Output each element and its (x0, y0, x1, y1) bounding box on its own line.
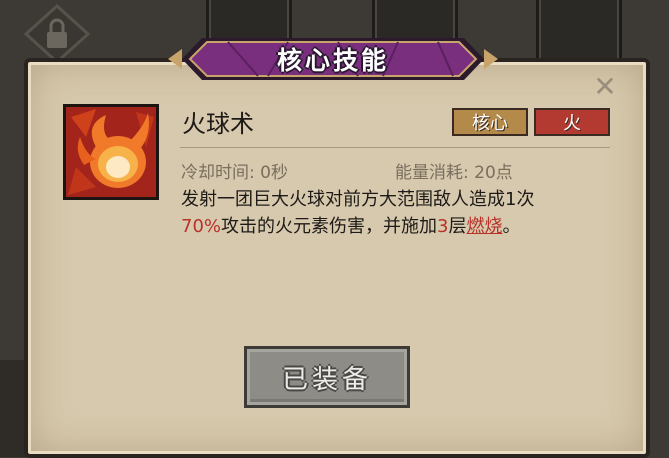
skill-name: 火球术 (182, 110, 254, 138)
background-slot (536, 0, 622, 66)
fireball-icon (63, 104, 159, 200)
lock-icon (23, 4, 91, 64)
burn-stack-count: 3 (437, 216, 449, 237)
stack-unit: 层 (448, 216, 467, 237)
divider (180, 147, 610, 148)
cooldown-stat: 冷却时间: 0秒 (181, 163, 288, 183)
equipped-button[interactable]: 已装备 (244, 346, 410, 408)
dialog-title: 核心技能 (276, 46, 389, 75)
burn-keyword-link[interactable]: 燃烧 (466, 216, 502, 237)
close-button[interactable]: ✕ (592, 73, 618, 101)
dialog-header-banner: 核心技能 (168, 32, 498, 86)
background-side (0, 360, 26, 457)
tag-fire: 火 (534, 108, 610, 136)
energy-cost-stat: 能量消耗: 20点 (395, 163, 513, 183)
description-line-1: 发射一团巨大火球对前方大范围敌人造成1次 (181, 189, 535, 210)
tag-core: 核心 (452, 108, 528, 136)
description-line-2: 70%攻击的火元素伤害，并施加3层燃烧。 (181, 213, 621, 240)
description-end: 。 (502, 216, 521, 237)
damage-percent: 70% (181, 216, 222, 237)
fireball-icon-art (66, 107, 156, 197)
skill-description: 发射一团巨大火球对前方大范围敌人造成1次 70%攻击的火元素伤害，并施加3层燃烧… (181, 186, 621, 240)
description-text: 攻击的火元素伤害，并施加 (221, 216, 438, 237)
